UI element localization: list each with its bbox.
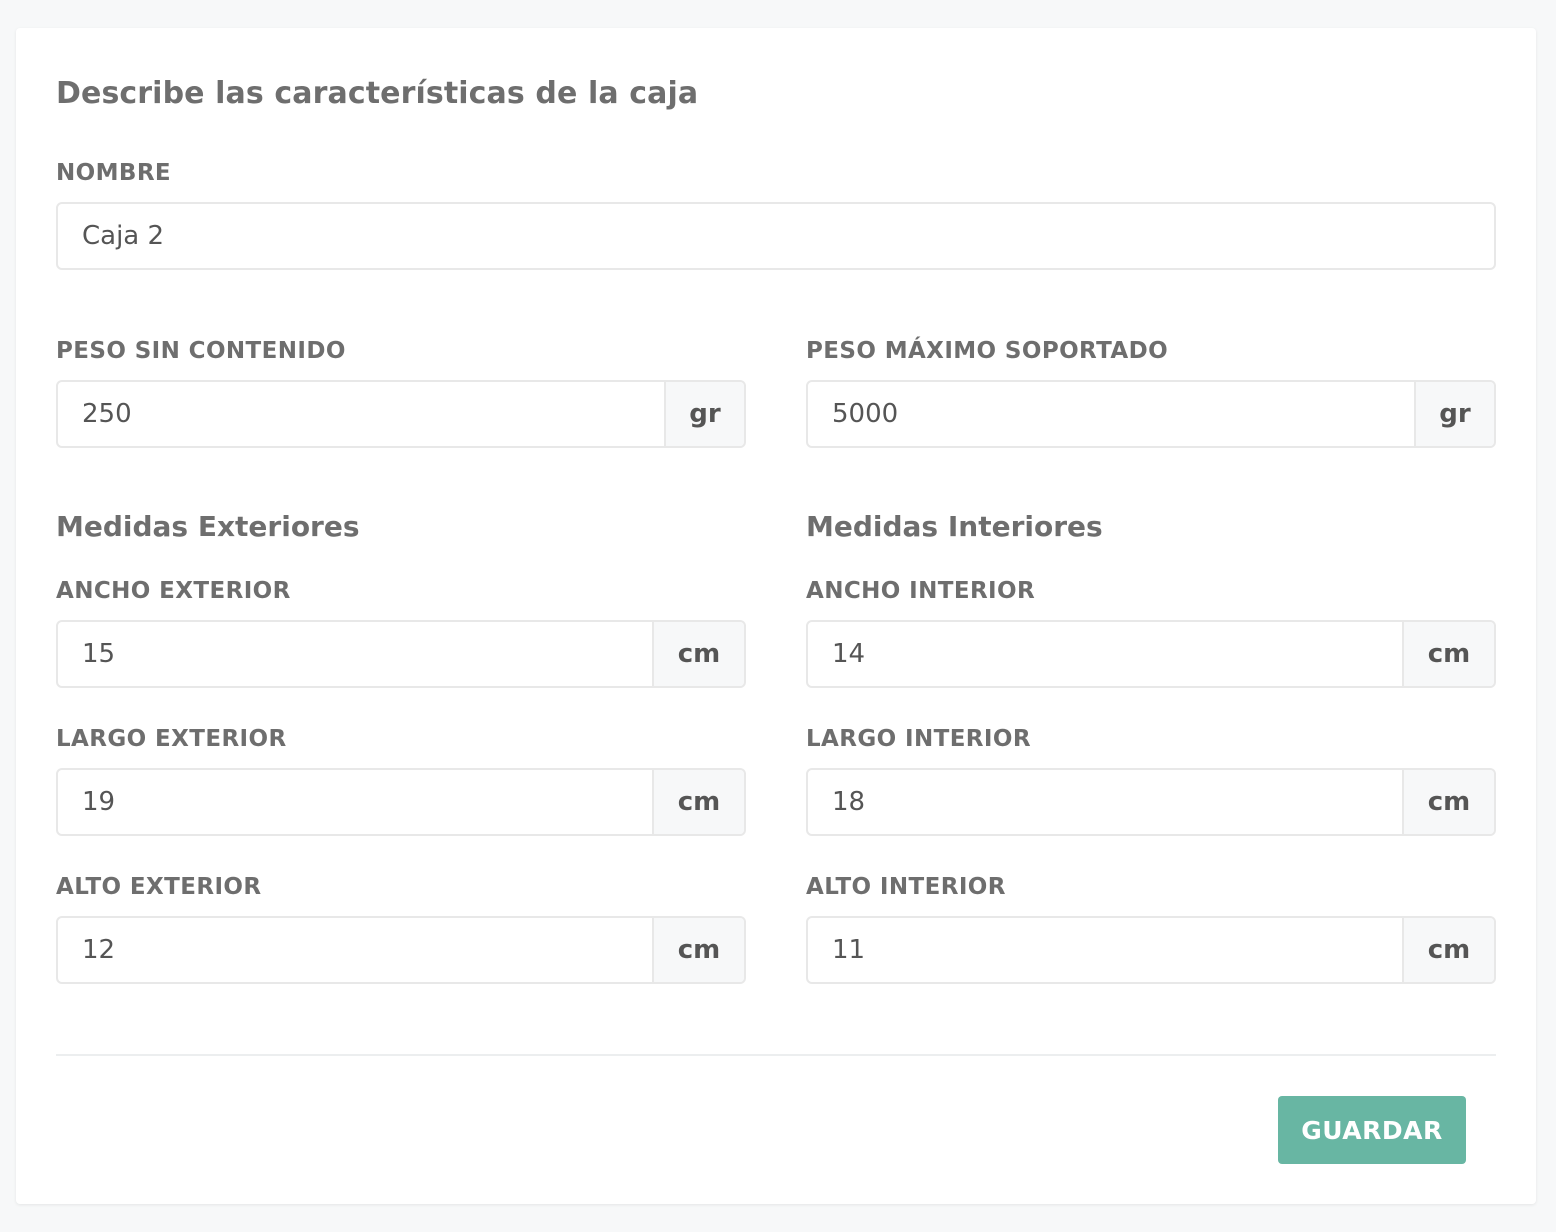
peso-sin-contenido-input[interactable] [58,382,664,446]
ancho-interior-group: cm [806,620,1496,688]
ancho-exterior-label: ANCHO EXTERIOR [56,578,291,604]
alto-exterior-label: ALTO EXTERIOR [56,874,262,900]
peso-maximo-group: gr [806,380,1496,448]
medidas-exteriores-title: Medidas Exteriores [56,510,360,543]
ancho-exterior-input[interactable] [58,622,652,686]
alto-exterior-group: cm [56,916,746,984]
ancho-interior-unit: cm [1402,622,1494,686]
peso-maximo-input[interactable] [808,382,1414,446]
largo-interior-label: LARGO INTERIOR [806,726,1031,752]
ancho-exterior-group: cm [56,620,746,688]
nombre-input[interactable] [58,204,1494,268]
alto-exterior-unit: cm [652,918,744,982]
peso-sin-contenido-group: gr [56,380,746,448]
largo-interior-input[interactable] [808,770,1402,834]
largo-exterior-input[interactable] [58,770,652,834]
alto-interior-input[interactable] [808,918,1402,982]
form-divider [56,1054,1496,1056]
form-title: Describe las características de la caja [56,76,699,111]
alto-exterior-input[interactable] [58,918,652,982]
peso-sin-contenido-unit: gr [664,382,744,446]
largo-interior-unit: cm [1402,770,1494,834]
peso-maximo-unit: gr [1414,382,1494,446]
save-button[interactable]: GUARDAR [1278,1096,1466,1164]
largo-interior-group: cm [806,768,1496,836]
nombre-label: NOMBRE [56,160,172,186]
peso-maximo-label: PESO MÁXIMO SOPORTADO [806,338,1169,364]
ancho-interior-label: ANCHO INTERIOR [806,578,1036,604]
box-form-card: Describe las características de la caja … [16,28,1536,1204]
peso-sin-contenido-label: PESO SIN CONTENIDO [56,338,346,364]
alto-interior-unit: cm [1402,918,1494,982]
largo-exterior-unit: cm [652,770,744,834]
ancho-interior-input[interactable] [808,622,1402,686]
alto-interior-label: ALTO INTERIOR [806,874,1006,900]
nombre-field-group [56,202,1496,270]
largo-exterior-label: LARGO EXTERIOR [56,726,287,752]
largo-exterior-group: cm [56,768,746,836]
alto-interior-group: cm [806,916,1496,984]
ancho-exterior-unit: cm [652,622,744,686]
medidas-interiores-title: Medidas Interiores [806,510,1103,543]
